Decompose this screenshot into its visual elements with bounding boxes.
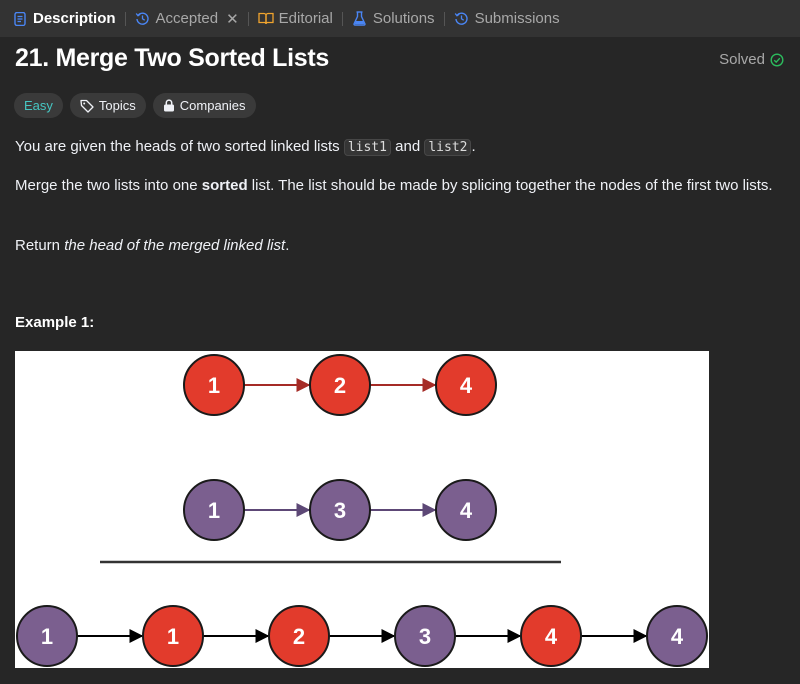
tab-submissions-label: Submissions [474, 10, 560, 27]
merged-node: 1 [142, 605, 204, 667]
companies-button[interactable]: Companies [152, 93, 256, 118]
node-value: 4 [545, 624, 558, 649]
topics-button[interactable]: Topics [69, 93, 146, 118]
description-paragraph-2: Merge the two lists into one sorted list… [15, 175, 785, 196]
tab-divider [443, 11, 445, 26]
tab-divider [247, 11, 249, 26]
merged-node: 4 [646, 605, 708, 667]
tag-icon [80, 99, 94, 113]
desc-text: and [390, 138, 425, 155]
description-paragraph-1: You are given the heads of two sorted li… [15, 136, 785, 158]
node-value: 1 [167, 624, 179, 649]
code-list2: list2 [424, 139, 472, 156]
tab-divider [124, 11, 126, 26]
node-value: 2 [334, 373, 346, 398]
node-value: 4 [671, 624, 684, 649]
example-diagram: 1 2 4 1 3 4 1 1 2 3 4 4 [15, 351, 709, 668]
node-value: 2 [293, 624, 305, 649]
desc-bold-text: sorted [201, 177, 248, 194]
code-list1: list1 [343, 139, 391, 156]
book-icon [257, 11, 274, 27]
solved-label: Solved [719, 51, 765, 68]
tab-accepted-label: Accepted [155, 10, 219, 27]
desc-text: . [471, 138, 476, 155]
close-icon[interactable]: ✕ [226, 10, 239, 28]
desc-text: Merge the two lists into one [15, 177, 202, 194]
list2-node: 1 [183, 479, 245, 541]
history-icon [135, 11, 151, 27]
node-value: 3 [334, 498, 346, 523]
difficulty-badge[interactable]: Easy [14, 93, 63, 118]
history-icon [454, 11, 470, 27]
node-value: 3 [419, 624, 431, 649]
desc-text: list. The list should be made by splicin… [247, 177, 773, 194]
list1-node: 1 [183, 354, 245, 416]
linked-list-diagram: 1 2 4 1 3 4 1 1 2 3 4 4 [16, 354, 708, 667]
desc-text: Return [15, 237, 65, 254]
merged-node: 1 [16, 605, 78, 667]
node-value: 1 [208, 373, 220, 398]
list1-node: 4 [435, 354, 497, 416]
tab-accepted[interactable]: Accepted ✕ [135, 10, 239, 28]
tab-solutions-label: Solutions [372, 10, 435, 27]
tab-description-label: Description [33, 10, 116, 27]
node-value: 4 [460, 373, 473, 398]
example-title: Example 1: [15, 314, 95, 331]
tag-row: Easy Topics Companies [14, 93, 256, 118]
tab-editorial-label: Editorial [278, 10, 333, 27]
node-value: 1 [41, 624, 53, 649]
list2-node: 4 [435, 479, 497, 541]
tab-bar: Description Accepted ✕ Editorial Solutio… [0, 0, 800, 37]
desc-text: . [285, 237, 290, 254]
node-value: 4 [460, 498, 473, 523]
companies-label: Companies [179, 98, 246, 113]
merged-node: 4 [520, 605, 582, 667]
tab-divider [341, 11, 343, 26]
tab-description[interactable]: Description [12, 10, 116, 27]
tab-editorial[interactable]: Editorial [257, 10, 333, 27]
problem-title: 21. Merge Two Sorted Lists [15, 44, 330, 72]
node-value: 1 [208, 498, 220, 523]
solved-status: Solved [719, 51, 784, 68]
topics-label: Topics [98, 98, 136, 113]
desc-text: You are given the heads of two sorted li… [15, 138, 344, 155]
desc-italic-text: the head of the merged linked list [64, 237, 286, 254]
description-icon [12, 11, 28, 27]
merged-node: 2 [268, 605, 330, 667]
tab-submissions[interactable]: Submissions [454, 10, 560, 27]
check-circle-icon [770, 52, 784, 67]
tab-solutions[interactable]: Solutions [352, 10, 435, 27]
merged-node: 3 [394, 605, 456, 667]
list1-node: 2 [309, 354, 371, 416]
lock-icon [163, 99, 174, 112]
description-paragraph-3: Return the head of the merged linked lis… [15, 235, 785, 256]
flask-icon [352, 11, 368, 27]
list2-node: 3 [309, 479, 371, 541]
